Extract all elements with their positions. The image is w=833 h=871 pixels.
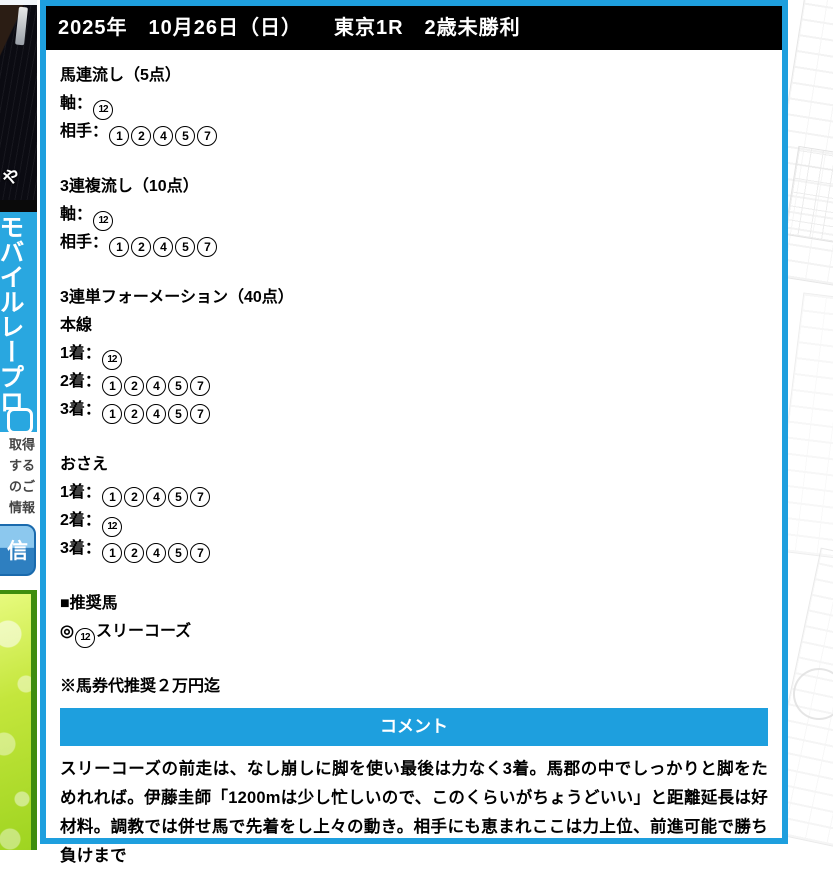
- horse-number-circle: 2: [123, 376, 144, 397]
- horse-number-circle: 1: [109, 126, 130, 147]
- bet-block: 3連複流し（10点） 軸： 12 相手： 1 2 4 5 7: [60, 173, 768, 258]
- horse-number-circle: 2: [131, 237, 152, 258]
- horse-number-circle: 4: [153, 126, 174, 147]
- horse-number-circle: 4: [145, 487, 166, 508]
- bet-line-label: 2着：: [60, 512, 101, 529]
- horse-number-circle: 5: [167, 404, 188, 425]
- bet-block: 3連単フォーメーション（40点） 本線 1着： 12 2着： 1 2 4 5 7 3着： 1 2 4 5 7: [60, 284, 768, 425]
- bet-block: おさえ 1着： 1 2 4 5 7 2着： 12 3着： 1 2 4 5 7: [60, 451, 768, 564]
- photo-banner-caption: や: [0, 165, 23, 190]
- sidebar-mobile-banner[interactable]: モバイルレープロ: [0, 212, 37, 432]
- horse-number-circle: 7: [189, 404, 210, 425]
- bet-amount-note: ※馬券代推奨２万円迄: [60, 678, 221, 695]
- newsprint-sheet: [787, 0, 833, 295]
- horse-number-circle: 1: [101, 404, 122, 425]
- horse-number-circle: 5: [175, 237, 196, 258]
- horse-number-circle: 1: [109, 237, 130, 258]
- bet-block: 馬連流し（5点） 軸： 12 相手： 1 2 4 5 7: [60, 62, 768, 147]
- horse-number-circle: 7: [197, 237, 218, 258]
- horse-number-circle: 4: [145, 404, 166, 425]
- horse-number-circle: 2: [123, 404, 144, 425]
- horse-number-circle: 1: [101, 376, 122, 397]
- newsprint-sheet: [787, 547, 833, 850]
- left-sidebar: や モバイルレープロ 取得するのご情報 信 ジ るや: [0, 0, 37, 850]
- newsprint-sheet: [787, 292, 833, 568]
- bet-line-label: ◎: [60, 623, 74, 640]
- horse-number-circle: 4: [145, 376, 166, 397]
- horse-number-circle: 7: [189, 487, 210, 508]
- bet-block: ■推奨馬 ◎ 12 スリーコーズ: [60, 590, 768, 649]
- newsprint-stamp: [788, 663, 833, 725]
- horse-number-circle: 4: [145, 543, 166, 564]
- race-header: 2025年 10月26日（日） 東京1R 2歳未勝利: [46, 6, 782, 50]
- race-title: 2025年 10月26日（日） 東京1R 2歳未勝利: [58, 17, 521, 39]
- sidebar-photo-banner[interactable]: や: [0, 0, 37, 200]
- horse-number-circle: 12: [74, 628, 95, 649]
- horse-number-circle: 1: [101, 487, 122, 508]
- sidebar-info-line: のご: [8, 479, 35, 494]
- horse-name: スリーコーズ: [95, 623, 192, 640]
- bet-heading: 3連単フォーメーション（40点）: [60, 289, 294, 306]
- bet-content: 馬連流し（5点） 軸： 12 相手： 1 2 4 5 7 3連複流し（10点） 軸： 12 相手： 1 2 4…: [46, 50, 782, 871]
- bet-line-label: 相手：: [60, 123, 109, 140]
- horse-number-circle: 7: [189, 376, 210, 397]
- bet-line-label: 相手：: [60, 234, 109, 251]
- horse-number-circle: 7: [197, 126, 218, 147]
- bet-line: 3着： 1 2 4 5 7: [60, 396, 768, 425]
- horse-number-circle: 5: [175, 126, 196, 147]
- bet-line: ◎ 12 スリーコーズ: [60, 618, 768, 649]
- bet-line: 相手： 1 2 4 5 7: [60, 229, 768, 258]
- phone-frame-icon: [7, 408, 33, 432]
- bet-line: 3着： 1 2 4 5 7: [60, 535, 768, 564]
- newsprint-grid: [787, 145, 833, 245]
- bet-line-label: 3着：: [60, 401, 101, 418]
- horse-number-circle: 5: [167, 376, 188, 397]
- bet-line: 軸： 12: [60, 90, 768, 121]
- mobile-banner-vertical-label: モバイルレープロ: [0, 214, 24, 414]
- bet-line-label: 3着：: [60, 540, 101, 557]
- bet-heading: 3連複流し（10点）: [60, 178, 199, 195]
- bet-heading: 馬連流し（5点）: [60, 67, 181, 84]
- bet-line-label: 1着：: [60, 345, 101, 362]
- bet-line-label: 2着：: [60, 373, 101, 390]
- bet-line: 軸： 12: [60, 201, 768, 232]
- bet-heading: おさえ: [60, 456, 109, 473]
- bet-line: 2着： 12: [60, 507, 768, 538]
- bet-blocks: 馬連流し（5点） 軸： 12 相手： 1 2 4 5 7 3連複流し（10点） 軸： 12 相手： 1 2 4…: [60, 62, 768, 649]
- race-tip-panel: 2025年 10月26日（日） 東京1R 2歳未勝利 馬連流し（5点） 軸： 12 相…: [40, 0, 788, 865]
- sidebar-send-button[interactable]: 信: [0, 524, 36, 576]
- horse-number-circle: 2: [123, 543, 144, 564]
- bet-line-label: 軸：: [60, 206, 93, 223]
- horse-number-circle: 2: [123, 487, 144, 508]
- bet-heading: ■推奨馬: [60, 595, 118, 612]
- phone-icon: [15, 6, 28, 46]
- green-banner-border: [31, 590, 37, 850]
- horse-number-circle: 2: [131, 126, 152, 147]
- horse-number-circle: 5: [167, 487, 188, 508]
- bet-line-label: 軸：: [60, 95, 93, 112]
- horse-number-circle: 5: [167, 543, 188, 564]
- comment-button[interactable]: コメント: [60, 708, 768, 746]
- bet-line: 2着： 1 2 4 5 7: [60, 368, 768, 397]
- sidebar-info-line: 情報: [8, 500, 35, 515]
- comment-text: スリーコーズの前走は、なし崩しに脚を使い最後は力なく3着。馬郡の中でしっかりと脚…: [60, 760, 768, 865]
- horse-number-circle: 4: [153, 237, 174, 258]
- send-button-label: 信: [7, 540, 28, 563]
- bet-line: 相手： 1 2 4 5 7: [60, 118, 768, 147]
- horse-number-circle: 7: [189, 543, 210, 564]
- bet-line: 本線: [60, 312, 768, 340]
- sidebar-info-text: 取得 する のご 情報: [0, 432, 37, 520]
- sidebar-info-line: 取得: [8, 437, 35, 452]
- bet-line: 1着： 1 2 4 5 7: [60, 479, 768, 508]
- horse-number-circle: 1: [101, 543, 122, 564]
- sidebar-info-line: する: [8, 458, 35, 473]
- sidebar-divider: [0, 200, 37, 212]
- background-newsprint: [787, 0, 833, 850]
- bet-line-label: 本線: [60, 317, 93, 334]
- bet-line-label: 1着：: [60, 484, 101, 501]
- bet-line: 1着： 12: [60, 340, 768, 371]
